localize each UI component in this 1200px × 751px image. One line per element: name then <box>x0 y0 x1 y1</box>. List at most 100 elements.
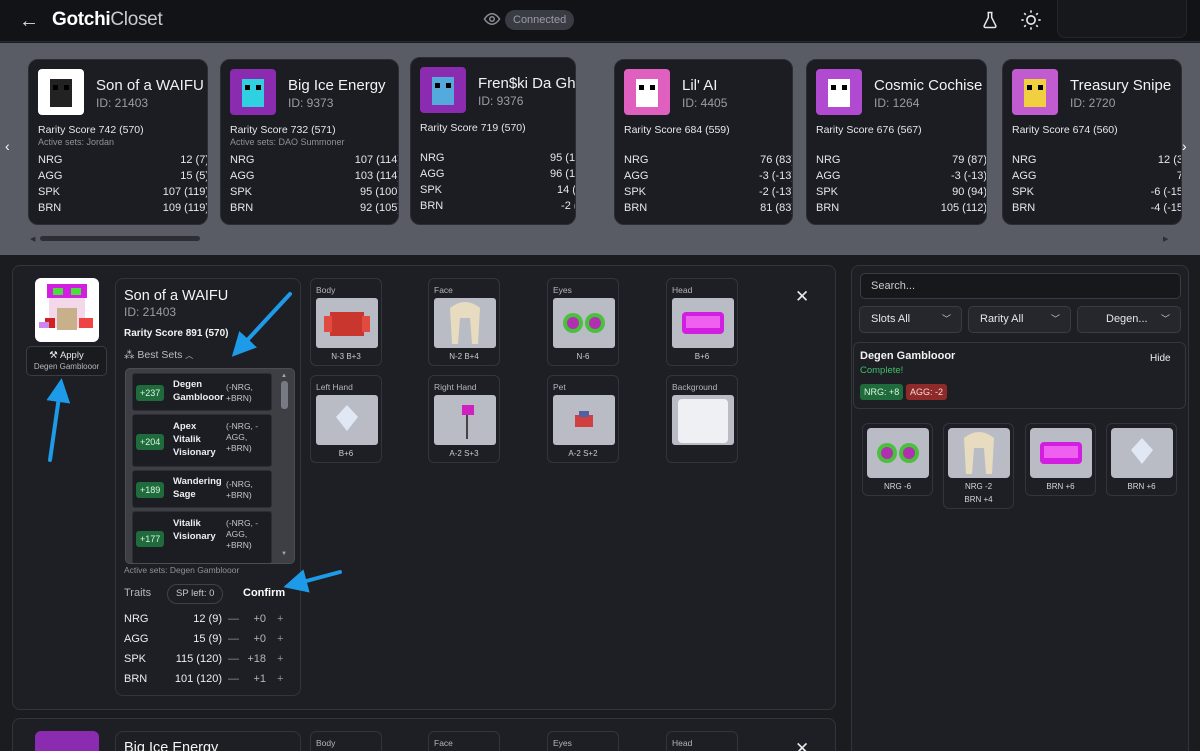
scroll-right-icon[interactable]: ▶ <box>1163 235 1168 243</box>
gotchi-card-stat-row: SPK -6 (-15 <box>1012 186 1182 198</box>
best-set-item[interactable]: +237 Degen Gamblooor (-NRG, +BRN) <box>132 373 272 411</box>
trait-row: SPK 115 (120) — +18 + <box>124 653 294 671</box>
chevron-up-icon: ︿ <box>185 351 194 360</box>
decrement-icon[interactable]: — <box>228 613 239 625</box>
best-sets-scroll-thumb[interactable] <box>281 381 288 409</box>
best-sets-toggle[interactable]: ⁂ Best Sets ︿ <box>124 349 193 361</box>
slot-modifiers: A-2 S+2 <box>568 449 598 458</box>
wearable-slot-background[interactable]: Background <box>666 375 738 463</box>
wearable-slot-2-head[interactable]: Head <box>666 731 738 751</box>
chevron-down-icon: ﹀ <box>1050 314 1060 324</box>
wearable-image <box>867 428 929 478</box>
apply-set-button[interactable]: ⚒ Apply Degen Gamblooor <box>26 346 107 376</box>
wearable-slot-2-eyes[interactable]: Eyes <box>547 731 619 751</box>
slot-modifiers: B+6 <box>694 352 710 361</box>
gotchi-card[interactable]: Fren$ki Da Ghost ID: 9376 Rarity Score 7… <box>410 57 576 225</box>
decrement-icon[interactable]: — <box>228 673 239 685</box>
decrement-icon[interactable]: — <box>228 653 239 665</box>
wearable-slot-2-face[interactable]: Face <box>428 731 500 751</box>
gotchi-card-id: ID: 1264 <box>874 96 920 110</box>
wearable-item[interactable]: NRG -6 <box>862 423 933 496</box>
chevron-down-icon: ﹀ <box>941 314 951 324</box>
increment-icon[interactable]: + <box>277 653 283 665</box>
scroll-left-icon[interactable]: ◀ <box>30 235 35 243</box>
gotchi-card-stat-row: SPK 95 (100) <box>230 186 399 198</box>
gotchi-card[interactable]: Treasury Snipe ID: 2720 Rarity Score 674… <box>1002 59 1182 225</box>
gotchi-card-name: Fren$ki Da Ghost <box>478 75 576 92</box>
wearable-image <box>316 298 378 348</box>
gotchi-card-avatar <box>624 69 670 115</box>
wearable-slot-head[interactable]: Head B+6 <box>666 278 738 366</box>
slot-label: Face <box>434 285 453 295</box>
gotchi-card-rarity: Rarity Score 719 (570) <box>420 122 526 134</box>
rarity-filter-dropdown[interactable]: Rarity All ﹀ <box>968 306 1071 333</box>
wallet-button[interactable] <box>1057 0 1187 38</box>
wearable-slot-body[interactable]: Body N-3 B+3 <box>310 278 382 366</box>
set-modifiers: (-NRG, -AGG, +BRN) <box>226 518 259 550</box>
gotchi-card-rarity: Rarity Score 676 (567) <box>816 124 922 136</box>
gotchi-card[interactable]: Son of a WAIFU ID: 21403 Rarity Score 74… <box>28 59 208 225</box>
trait-name: BRN <box>124 673 148 685</box>
increment-icon[interactable]: + <box>277 633 283 645</box>
back-arrow-icon[interactable]: ← <box>16 8 42 34</box>
theme-sun-icon[interactable] <box>1020 9 1042 31</box>
gotchi-card-name: Treasury Snipe <box>1070 77 1172 94</box>
search-input[interactable] <box>860 273 1181 299</box>
best-set-item[interactable]: +177 Vitalik Visionary (-NRG, -AGG, +BRN… <box>132 511 272 563</box>
wearable-item[interactable]: BRN +6 <box>1025 423 1096 496</box>
wearable-slot-face[interactable]: Face N-2 B+4 <box>428 278 500 366</box>
gotchi-card-stat-row: AGG96 (106) <box>420 168 576 180</box>
app-logo[interactable]: GotchiCloset <box>52 9 163 31</box>
gotchi-info-card: Son of a WAIFU ID: 21403 Rarity Score 89… <box>115 278 301 696</box>
gotchi-card-stat-row: NRG95 (106) <box>420 152 576 164</box>
gotchi-card-rarity: Rarity Score 742 (570) <box>38 124 144 136</box>
wearable-image <box>672 298 734 348</box>
hide-button[interactable]: Hide <box>1150 353 1171 364</box>
gotchi-card-rarity: Rarity Score 732 (571) <box>230 124 336 136</box>
wearable-slot-pet[interactable]: Pet A-2 S+2 <box>547 375 619 463</box>
gotchi-card-avatar <box>1012 69 1058 115</box>
best-sets-list[interactable]: +237 Degen Gamblooor (-NRG, +BRN) +204 A… <box>125 368 295 564</box>
close-icon[interactable]: ✕ <box>795 287 809 307</box>
set-summary-card: Degen Gamblooor Complete! Hide NRG: +8 A… <box>853 342 1186 409</box>
gotchi-card[interactable]: Big Ice Energy ID: 9373 Rarity Score 732… <box>220 59 399 225</box>
wearable-modifier: BRN +6 <box>1046 482 1075 491</box>
increment-icon[interactable]: + <box>277 613 283 625</box>
wearable-slot-eyes[interactable]: Eyes N-6 <box>547 278 619 366</box>
wearable-item[interactable]: NRG -2 BRN +4 <box>943 423 1014 509</box>
gotchi-card-stat-row: SPK 107 (119) <box>38 186 208 198</box>
slots-filter-dropdown[interactable]: Slots All ﹀ <box>859 306 962 333</box>
chevron-down-icon: ﹀ <box>1160 314 1170 324</box>
best-set-item[interactable]: +189 Wandering Sage (-NRG, +BRN) <box>132 470 272 508</box>
gotchi-card-stat-row: NRG 12 (3 <box>1012 154 1182 166</box>
gotchi-card-stat-row: NRG 12 (7) <box>38 154 208 166</box>
connection-status-badge[interactable]: Connected <box>505 10 575 30</box>
set-modifiers: (-NRG, +BRN) <box>226 382 253 403</box>
close-icon-2[interactable]: ✕ <box>795 739 809 751</box>
eye-icon[interactable] <box>483 10 501 28</box>
flask-icon[interactable] <box>980 10 1000 30</box>
set-filter-dropdown[interactable]: Degen... ﹀ <box>1077 306 1181 333</box>
wearable-slot-right-hand[interactable]: Right Hand A-2 S+3 <box>428 375 500 463</box>
trait-delta: +0 <box>253 613 266 625</box>
set-score-badge: +189 <box>136 482 165 498</box>
set-name: Apex Vitalik Visionary <box>173 421 216 458</box>
trait-value: 15 (9) <box>193 633 222 645</box>
carousel-prev-icon[interactable]: ‹ <box>5 138 10 154</box>
carousel-scrollbar[interactable] <box>40 236 200 241</box>
increment-icon[interactable]: + <box>277 673 283 685</box>
wearable-slot-left-hand[interactable]: Left Hand B+6 <box>310 375 382 463</box>
wearable-item[interactable]: BRN +6 <box>1106 423 1177 496</box>
gotchi-card-active-sets: Active sets: Jordan <box>38 137 115 147</box>
gotchi-card-stat-row: BRN-2 (-7) <box>420 200 575 212</box>
carousel-next-icon[interactable]: › <box>1182 138 1187 154</box>
gotchi-card[interactable]: Cosmic Cochise ID: 1264 Rarity Score 676… <box>806 59 987 225</box>
wearable-slot-2-body[interactable]: Body <box>310 731 382 751</box>
decrement-icon[interactable]: — <box>228 633 239 645</box>
slot-label: Eyes <box>553 738 572 748</box>
confirm-button[interactable]: Confirm <box>243 587 285 599</box>
best-set-item[interactable]: +204 Apex Vitalik Visionary (-NRG, -AGG,… <box>132 414 272 467</box>
gotchi-card[interactable]: Lil' AI ID: 4405 Rarity Score 684 (559) … <box>614 59 793 225</box>
set-bonus-chip: AGG: -2 <box>906 384 948 400</box>
trait-row: NRG 12 (9) — +0 + <box>124 613 294 631</box>
